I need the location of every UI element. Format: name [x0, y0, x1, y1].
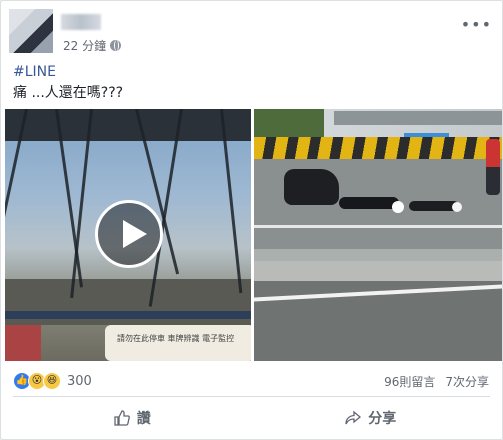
- avatar[interactable]: [9, 9, 53, 53]
- action-bar: 讚 分享: [13, 401, 490, 435]
- photo-barrier: [254, 137, 502, 159]
- post-time[interactable]: 22 分鐘: [63, 37, 122, 54]
- reaction-count: 300: [67, 373, 92, 389]
- comments-count[interactable]: 96則留言: [384, 373, 435, 390]
- share-label: 分享: [368, 411, 397, 427]
- accident-photo[interactable]: [254, 109, 502, 361]
- engagement-stats: 96則留言 7次分享: [384, 373, 489, 390]
- post-card: 22 分鐘 ••• #LINE 痛 ...人還在嗎??? 請勿在此停車 車牌辨識…: [0, 0, 503, 440]
- photo-person: [339, 197, 399, 209]
- video-frame-top: [5, 109, 251, 141]
- photo-helmet: [392, 201, 404, 213]
- post-time-text: 22 分鐘: [63, 39, 107, 53]
- photo-overpass: [334, 111, 502, 125]
- share-button[interactable]: 分享: [252, 401, 491, 435]
- photo-curb: [254, 261, 502, 281]
- share-arrow-icon: [345, 410, 362, 425]
- like-button[interactable]: 讚: [13, 401, 252, 435]
- reactions-summary[interactable]: 👍 😮 😆 300: [13, 372, 92, 390]
- haha-reaction-icon: 😆: [43, 372, 61, 390]
- photo-lane-line: [254, 225, 502, 228]
- post-text: 痛 ...人還在嗎???: [13, 85, 124, 101]
- like-label: 讚: [136, 411, 151, 427]
- video-sign-red: [5, 325, 41, 361]
- video-barrier: [5, 311, 251, 319]
- hashtag-link[interactable]: #LINE: [13, 64, 56, 80]
- globe-icon: [110, 40, 122, 51]
- author-name-blurred[interactable]: [61, 14, 101, 30]
- photo-bystander: [486, 139, 500, 195]
- thumbs-up-icon: [114, 410, 130, 426]
- shares-count[interactable]: 7次分享: [445, 373, 489, 390]
- post-media: 請勿在此停車 車牌辨識 電子監控: [1, 109, 502, 361]
- video-sign-text: 請勿在此停車 車牌辨識 電子監控: [117, 334, 235, 343]
- divider: [13, 396, 490, 397]
- video-thumbnail[interactable]: 請勿在此停車 車牌辨識 電子監控: [5, 109, 251, 361]
- play-button-icon[interactable]: [95, 200, 163, 268]
- more-options-icon[interactable]: •••: [461, 15, 492, 34]
- photo-helmet: [452, 202, 462, 212]
- photo-motorcycle: [284, 169, 339, 205]
